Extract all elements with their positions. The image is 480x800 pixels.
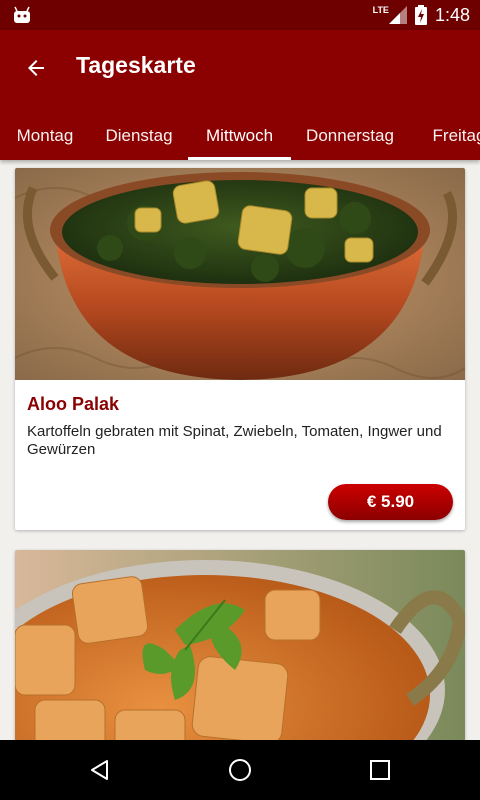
active-tab-indicator xyxy=(188,157,291,160)
tab-label: Dienstag xyxy=(105,126,173,145)
price-button[interactable]: € 5.90 xyxy=(328,484,453,520)
tab-dienstag[interactable]: Dienstag xyxy=(90,112,188,160)
dish-name: Aloo Palak xyxy=(27,394,120,414)
status-bar: LTE 1:48 xyxy=(0,0,480,30)
network-type-label: LTE xyxy=(372,5,389,15)
nav-recents-button[interactable] xyxy=(360,750,400,790)
tab-label: Montag xyxy=(16,126,74,145)
recents-square-icon xyxy=(370,760,390,780)
nav-home-button[interactable] xyxy=(220,750,260,790)
clock: 1:48 xyxy=(434,4,470,25)
home-circle-icon xyxy=(229,759,251,781)
menu-list[interactable]: Aloo Palak Kartoffeln gebraten mit Spina… xyxy=(0,160,480,740)
dish-card[interactable]: Aloo Palak Kartoffeln gebraten mit Spina… xyxy=(15,168,465,530)
back-button[interactable] xyxy=(16,48,56,88)
android-icon xyxy=(14,6,30,23)
tab-donnerstag[interactable]: Donnerstag xyxy=(291,112,409,160)
paneer-curry-photo xyxy=(15,550,465,740)
status-indicators: LTE 1:48 xyxy=(373,0,470,30)
page-title: Tageskarte xyxy=(76,52,196,78)
tab-montag[interactable]: Montag xyxy=(0,112,90,160)
arrow-back-icon xyxy=(28,60,44,76)
nav-back-button[interactable] xyxy=(80,750,120,790)
dish-description: Kartoffeln gebraten mit Spinat, Zwiebeln… xyxy=(27,423,442,458)
tab-mittwoch[interactable]: Mittwoch xyxy=(188,112,291,160)
system-nav-bar xyxy=(0,740,480,800)
spinach-potato-curry-photo xyxy=(15,168,465,380)
tab-freitag[interactable]: Freitag xyxy=(409,112,480,160)
tab-label: Donnerstag xyxy=(306,126,394,145)
dish-card[interactable] xyxy=(15,550,465,740)
battery-charging-icon xyxy=(414,5,427,25)
tab-label: Mittwoch xyxy=(205,126,274,145)
signal-icon xyxy=(388,6,407,24)
app-bar: Tageskarte Montag Dienstag Mittwoch Donn… xyxy=(0,30,480,160)
tab-label: Freitag xyxy=(432,126,480,145)
dish-info: Aloo Palak Kartoffeln gebraten mit Spina… xyxy=(15,380,465,520)
day-tabs: Montag Dienstag Mittwoch Donnerstag Frei… xyxy=(0,112,480,160)
back-triangle-icon xyxy=(91,760,108,780)
